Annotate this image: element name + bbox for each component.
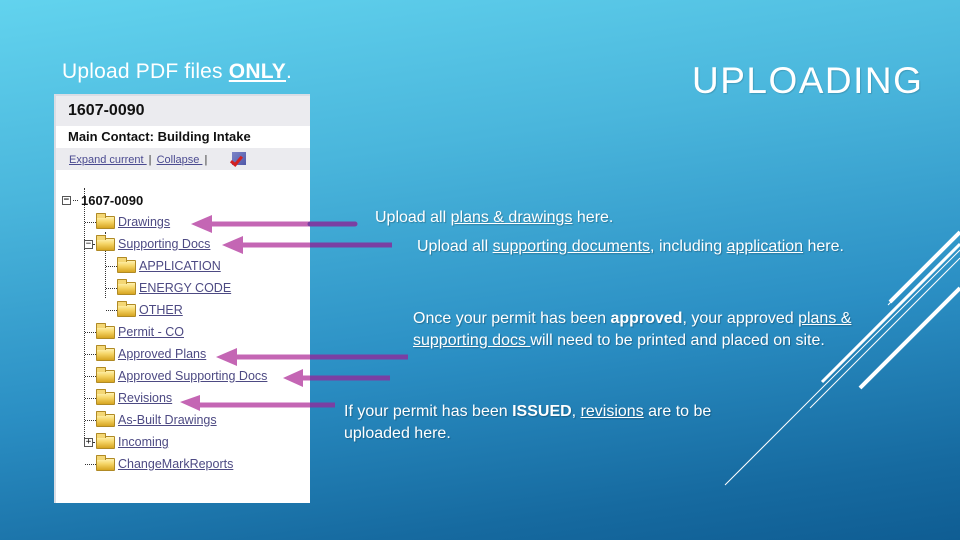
- permit-number-header: 1607-0090: [56, 96, 310, 126]
- tree-item-revisions[interactable]: Revisions: [96, 388, 172, 407]
- slide-subtitle: Upload PDF files ONLY.: [62, 60, 293, 83]
- folder-icon: [96, 410, 115, 427]
- tree-item-drawings[interactable]: Drawings: [96, 212, 170, 231]
- tree-item-incoming[interactable]: + Incoming: [84, 432, 169, 451]
- tree-item-approved-plans[interactable]: Approved Plans: [96, 344, 206, 363]
- folder-icon: [96, 234, 115, 251]
- collapse-link[interactable]: Collapse: [157, 154, 203, 166]
- collapse-toggle-icon[interactable]: −: [84, 239, 93, 249]
- note-supporting-docs: Upload all supporting documents, includi…: [417, 238, 844, 255]
- folder-icon: [96, 454, 115, 471]
- deco-line: [887, 232, 960, 306]
- checkmark-icon[interactable]: [232, 152, 247, 165]
- tree-item-energy-code[interactable]: ENERGY CODE: [117, 278, 231, 297]
- permit-screenshot-panel: 1607-0090 Main Contact: Building Intake …: [54, 94, 310, 503]
- decorative-diagonal-lines: [724, 230, 960, 486]
- folder-icon: [96, 344, 115, 361]
- deco-line: [888, 230, 960, 304]
- tree-item-supporting-docs[interactable]: − Supporting Docs: [84, 234, 210, 253]
- expand-current-link[interactable]: Expand current: [69, 154, 147, 166]
- slide-title: UPLOADING: [692, 60, 924, 101]
- tree-item-permit-co[interactable]: Permit - CO: [96, 322, 184, 341]
- note-revisions: If your permit has been ISSUED, revision…: [344, 403, 712, 442]
- expand-toggle-icon[interactable]: +: [84, 437, 93, 447]
- folder-icon: [117, 278, 136, 295]
- folder-icon: [96, 366, 115, 383]
- tree-item-application[interactable]: APPLICATION: [117, 256, 221, 275]
- note-drawings: Upload all plans & drawings here.: [375, 209, 614, 226]
- main-contact-value: Building Intake: [157, 129, 251, 144]
- note-approved: Once your permit has been approved, your…: [413, 310, 852, 349]
- folder-icon: [96, 388, 115, 405]
- folder-icon: [96, 322, 115, 339]
- tree-actions: Expand current | Collapse |: [56, 148, 310, 170]
- only-emphasis: ONLY: [228, 60, 287, 83]
- tree-item-as-built-drawings[interactable]: As-Built Drawings: [96, 410, 217, 429]
- folder-icon: [117, 300, 136, 317]
- tree-item-approved-supporting-docs[interactable]: Approved Supporting Docs: [96, 366, 267, 385]
- folder-icon: [96, 212, 115, 229]
- tree-root[interactable]: − 1607-0090: [62, 191, 143, 209]
- tree-item-changemarkreports[interactable]: ChangeMarkReports: [96, 454, 233, 473]
- folder-icon: [96, 432, 115, 449]
- main-contact: Main Contact: Building Intake: [56, 126, 310, 148]
- folder-icon: [117, 256, 136, 273]
- deco-line: [724, 249, 960, 486]
- collapse-toggle-icon[interactable]: −: [62, 195, 71, 205]
- tree-item-other[interactable]: OTHER: [117, 300, 183, 319]
